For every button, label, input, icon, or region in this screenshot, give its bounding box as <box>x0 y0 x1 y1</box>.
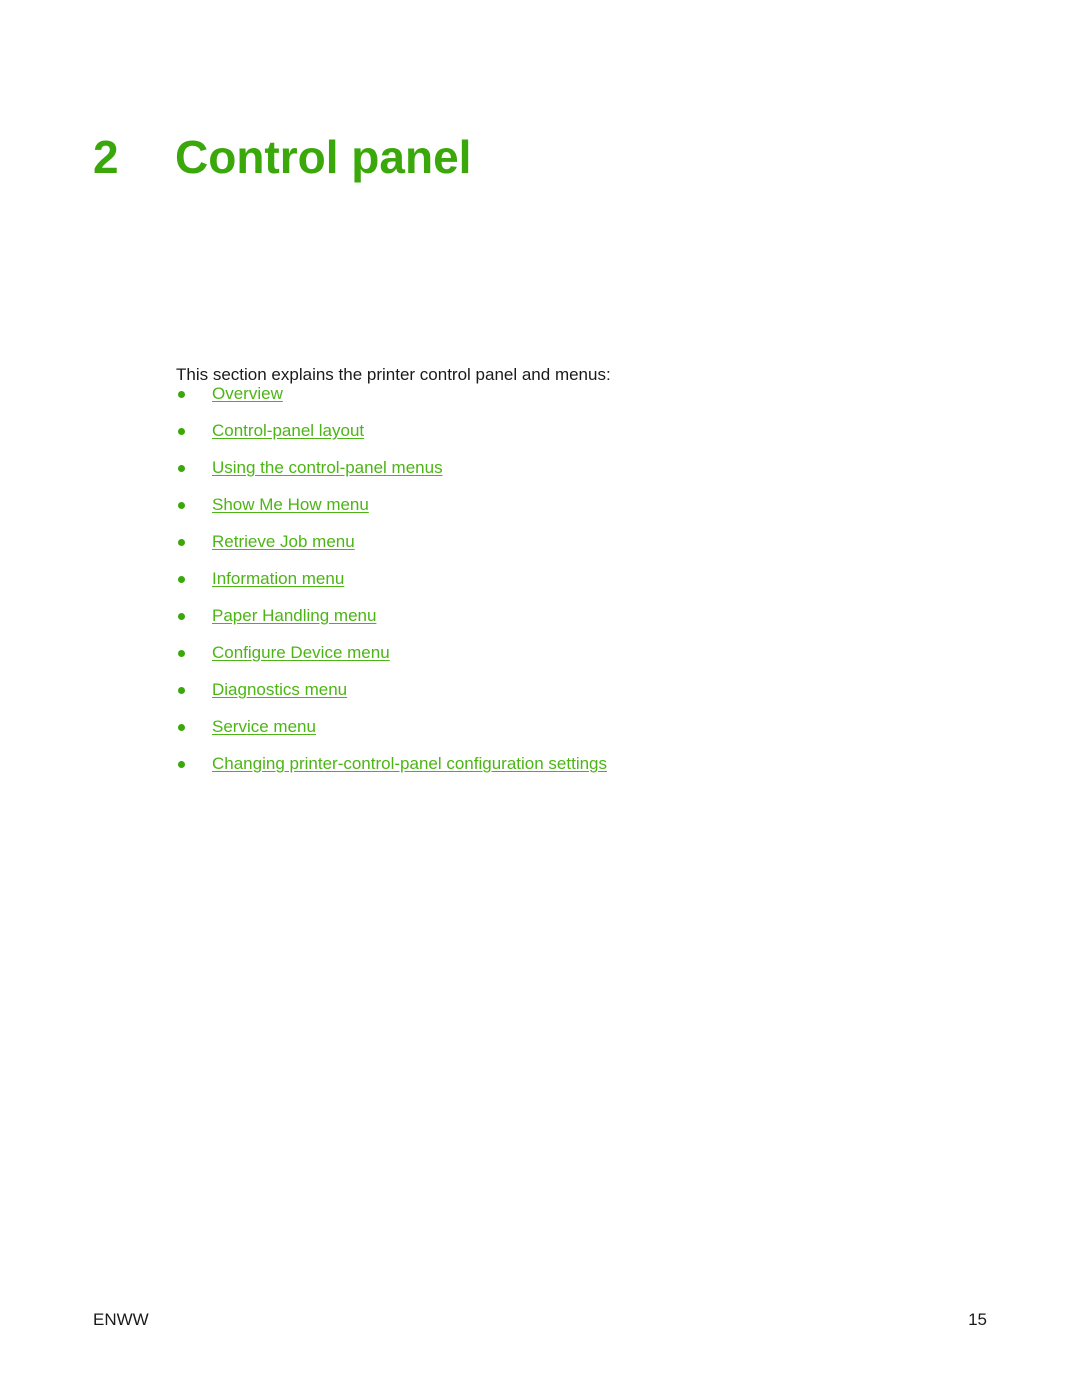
bullet-icon <box>178 465 185 472</box>
list-item[interactable]: Paper Handling menu <box>176 606 976 643</box>
section-link-diagnostics-menu[interactable]: Diagnostics menu <box>212 680 347 700</box>
section-link-information-menu[interactable]: Information menu <box>212 569 344 589</box>
list-item[interactable]: Control-panel layout <box>176 421 976 458</box>
bullet-icon <box>178 687 185 694</box>
section-link-show-me-how-menu[interactable]: Show Me How menu <box>212 495 369 515</box>
bullet-icon <box>178 539 185 546</box>
chapter-title: Control panel <box>175 130 472 183</box>
footer-locale: ENWW <box>93 1310 149 1329</box>
section-link-changing-printer-control-panel-configuration-settings[interactable]: Changing printer-control-panel configura… <box>212 754 607 774</box>
document-page: 2 Control panel This section explains th… <box>0 0 1080 1397</box>
section-link-list: Overview Control-panel layout Using the … <box>176 384 976 791</box>
section-link-using-the-control-panel-menus[interactable]: Using the control-panel menus <box>212 458 443 478</box>
bullet-icon <box>178 391 185 398</box>
list-item[interactable]: Using the control-panel menus <box>176 458 976 495</box>
bullet-icon <box>178 724 185 731</box>
page-title: 2 Control panel <box>93 131 471 183</box>
footer-page-number: 15 <box>968 1310 987 1329</box>
list-item[interactable]: Information menu <box>176 569 976 606</box>
bullet-icon <box>178 428 185 435</box>
section-link-paper-handling-menu[interactable]: Paper Handling menu <box>212 606 376 626</box>
bullet-icon <box>178 613 185 620</box>
list-item[interactable]: Diagnostics menu <box>176 680 976 717</box>
bullet-icon <box>178 576 185 583</box>
list-item[interactable]: Changing printer-control-panel configura… <box>176 754 976 791</box>
section-link-service-menu[interactable]: Service menu <box>212 717 316 737</box>
bullet-icon <box>178 761 185 768</box>
list-item[interactable]: Service menu <box>176 717 976 754</box>
list-item[interactable]: Show Me How menu <box>176 495 976 532</box>
section-link-retrieve-job-menu[interactable]: Retrieve Job menu <box>212 532 355 552</box>
list-item[interactable]: Configure Device menu <box>176 643 976 680</box>
section-link-configure-device-menu[interactable]: Configure Device menu <box>212 643 390 663</box>
list-item[interactable]: Retrieve Job menu <box>176 532 976 569</box>
section-link-overview[interactable]: Overview <box>212 384 283 404</box>
bullet-icon <box>178 650 185 657</box>
bullet-icon <box>178 502 185 509</box>
section-link-control-panel-layout[interactable]: Control-panel layout <box>212 421 364 441</box>
list-item[interactable]: Overview <box>176 384 976 421</box>
page-footer: ENWW 15 <box>93 1310 987 1330</box>
intro-paragraph: This section explains the printer contro… <box>176 365 611 384</box>
chapter-number: 2 <box>93 130 119 183</box>
